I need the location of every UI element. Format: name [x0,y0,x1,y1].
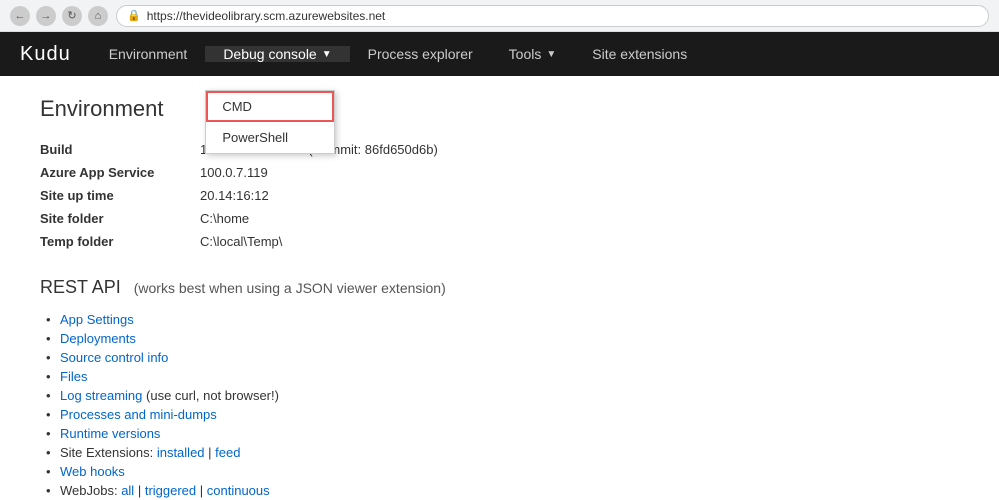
main-content: Environment Build 100.50331.6204.0 (Comm… [0,76,999,500]
environment-info-table: Build 100.50331.6204.0 (Commit: 86fd650d… [40,138,959,253]
rest-api-links: App Settings Deployments Source control … [40,310,959,500]
info-label-site-uptime: Site up time [40,188,200,203]
nav-item-process-explorer[interactable]: Process explorer [350,32,491,76]
home-button[interactable]: ⌂ [88,6,108,26]
runtime-versions-link[interactable]: Runtime versions [60,426,160,441]
info-label-build: Build [40,142,200,157]
info-label-site-folder: Site folder [40,211,200,226]
dropdown-item-cmd[interactable]: CMD [206,91,334,122]
list-item: WebJobs: all | triggered | continuous [60,481,959,500]
info-value-site-folder: C:\home [200,211,249,226]
top-nav: Kudu Environment Debug console ▼ CMD Pow… [0,32,999,76]
webjobs-triggered-link[interactable]: triggered [145,483,196,498]
chevron-down-icon: ▼ [546,49,556,60]
environment-section-title: Environment [40,96,959,122]
info-row-temp-folder: Temp folder C:\local\Temp\ [40,230,959,253]
list-item: Log streaming (use curl, not browser!) [60,386,959,405]
debug-console-dropdown: CMD PowerShell [205,90,335,154]
web-hooks-link[interactable]: Web hooks [60,464,125,479]
list-item: Runtime versions [60,424,959,443]
deployments-link[interactable]: Deployments [60,331,136,346]
app-settings-link[interactable]: App Settings [60,312,134,327]
dropdown-item-powershell[interactable]: PowerShell [206,122,334,153]
info-value-temp-folder: C:\local\Temp\ [200,234,282,249]
source-control-info-link[interactable]: Source control info [60,350,168,365]
log-streaming-link[interactable]: Log streaming [60,388,142,403]
info-value-app-service: 100.0.7.119 [200,165,268,180]
nav-items: Environment Debug console ▼ CMD PowerShe… [91,32,706,76]
site-extensions-installed-link[interactable]: installed [157,445,205,460]
info-value-site-uptime: 20.14:16:12 [200,188,269,203]
browser-bar: ← → ↻ ⌂ 🔒 https://thevideolibrary.scm.az… [0,0,999,32]
info-label-app-service: Azure App Service [40,165,200,180]
list-item: Files [60,367,959,386]
rest-api-title: REST API (works best when using a JSON v… [40,277,959,298]
browser-controls: ← → ↻ ⌂ [10,6,108,26]
info-row-site-uptime: Site up time 20.14:16:12 [40,184,959,207]
nav-item-environment[interactable]: Environment [91,32,206,76]
forward-button[interactable]: → [36,6,56,26]
list-item: App Settings [60,310,959,329]
list-item: Web hooks [60,462,959,481]
webjobs-continuous-link[interactable]: continuous [207,483,270,498]
files-link[interactable]: Files [60,369,87,384]
info-row-site-folder: Site folder C:\home [40,207,959,230]
processes-mini-dumps-link[interactable]: Processes and mini-dumps [60,407,217,422]
nav-item-site-extensions[interactable]: Site extensions [574,32,705,76]
rest-api-subtitle: (works best when using a JSON viewer ext… [134,280,446,296]
list-item: Deployments [60,329,959,348]
debug-console-container: Debug console ▼ CMD PowerShell [205,46,349,62]
url-text: https://thevideolibrary.scm.azurewebsite… [147,9,386,23]
chevron-down-icon: ▼ [322,49,332,60]
info-label-temp-folder: Temp folder [40,234,200,249]
list-item: Site Extensions: installed | feed [60,443,959,462]
list-item: Processes and mini-dumps [60,405,959,424]
info-row-app-service: Azure App Service 100.0.7.119 [40,161,959,184]
brand-logo: Kudu [0,43,91,66]
list-item: Source control info [60,348,959,367]
site-extensions-feed-link[interactable]: feed [215,445,240,460]
lock-icon: 🔒 [127,9,141,22]
webjobs-all-link[interactable]: all [121,483,134,498]
info-row-build: Build 100.50331.6204.0 (Commit: 86fd650d… [40,138,959,161]
reload-button[interactable]: ↻ [62,6,82,26]
nav-item-debug-console[interactable]: Debug console ▼ [205,46,349,62]
nav-item-tools[interactable]: Tools ▼ [491,32,575,76]
address-bar[interactable]: 🔒 https://thevideolibrary.scm.azurewebsi… [116,5,989,27]
back-button[interactable]: ← [10,6,30,26]
